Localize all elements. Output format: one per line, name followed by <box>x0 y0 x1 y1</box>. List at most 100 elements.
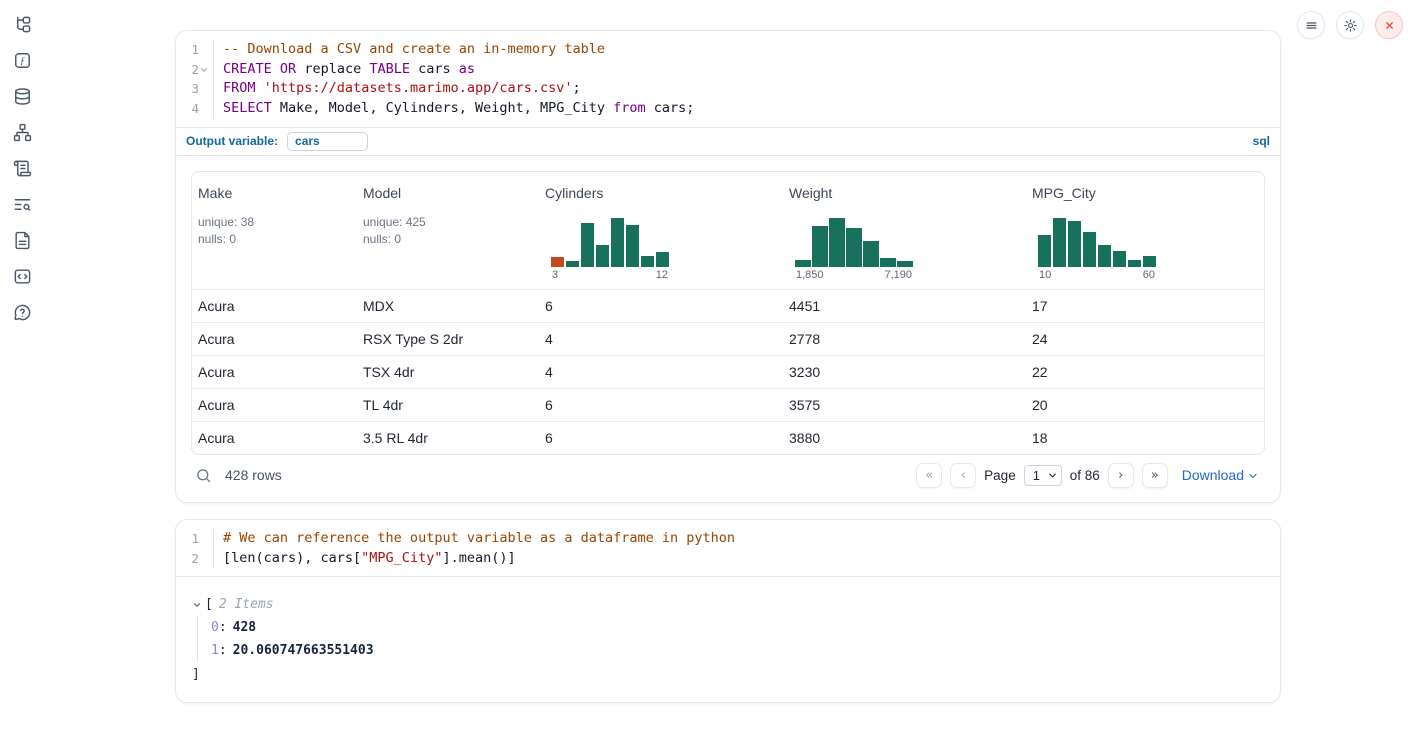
code-token: -- Download a CSV and create an in-memor… <box>223 41 605 57</box>
tree-entry-value: 428 <box>233 620 256 635</box>
histogram-bar[interactable] <box>656 252 669 267</box>
histogram-bar[interactable] <box>596 245 609 267</box>
code-token: ].mean()] <box>442 550 515 566</box>
snippets-icon[interactable] <box>11 266 33 286</box>
code-text: # We can reference the output variable a… <box>214 529 735 549</box>
next-page-button[interactable]: › <box>1108 463 1134 488</box>
tree-close-bracket: ] <box>192 665 1264 684</box>
table-row[interactable]: AcuraMDX6445117 <box>192 289 1264 322</box>
prev-page-button[interactable]: ‹ <box>950 463 976 488</box>
chevron-down-icon <box>1247 470 1259 482</box>
histogram-bar[interactable] <box>611 218 624 267</box>
code-line: 2[len(cars), cars["MPG_City"].mean()] <box>176 549 1280 569</box>
tree-entry-colon: : <box>219 620 227 635</box>
tree-open-bracket: [ <box>205 597 213 612</box>
column-header[interactable]: Weight1,8507,190 <box>783 172 1026 289</box>
histogram-bar[interactable] <box>880 258 896 267</box>
histogram-bar[interactable] <box>897 261 913 267</box>
file-explorer-icon[interactable] <box>11 14 33 34</box>
documentation-icon[interactable] <box>11 230 33 250</box>
histogram-bar[interactable] <box>626 225 639 267</box>
code-line: 3FROM 'https://datasets.marimo.app/cars.… <box>176 79 1280 99</box>
column-header[interactable]: Cylinders312 <box>539 172 783 289</box>
table-cell: 4451 <box>783 290 1026 322</box>
histogram-bar[interactable] <box>1038 235 1051 267</box>
histogram-bars <box>551 215 669 267</box>
column-header[interactable]: Makeunique: 38nulls: 0 <box>192 172 357 289</box>
table-row[interactable]: AcuraTSX 4dr4323022 <box>192 355 1264 388</box>
code-token: Make, Model, Cylinders, Weight, MPG_City <box>272 100 613 116</box>
settings-button[interactable] <box>1336 11 1364 39</box>
axis-min-label: 1,850 <box>796 269 824 281</box>
column-histogram: 1060 <box>1038 215 1156 281</box>
dependency-graph-icon[interactable] <box>11 122 33 142</box>
sql-code-editor[interactable]: 1-- Download a CSV and create an in-memo… <box>176 31 1280 127</box>
menu-button[interactable] <box>1297 11 1325 39</box>
line-number: 1 <box>191 529 199 549</box>
table-row[interactable]: Acura3.5 RL 4dr6388018 <box>192 421 1264 454</box>
column-header[interactable]: MPG_City1060 <box>1026 172 1264 289</box>
table-cell: 3880 <box>783 422 1026 454</box>
column-stats: unique: 38nulls: 0 <box>198 214 351 248</box>
fold-chevron-icon[interactable] <box>199 64 210 75</box>
histogram-bar[interactable] <box>846 228 862 267</box>
shutdown-button[interactable] <box>1375 11 1403 39</box>
code-text: -- Download a CSV and create an in-memor… <box>214 40 605 60</box>
histogram-bar[interactable] <box>1098 245 1111 267</box>
output-variable-input[interactable] <box>287 132 368 151</box>
axis-min-label: 3 <box>552 269 558 281</box>
histogram-bar[interactable] <box>1053 218 1066 267</box>
last-page-button[interactable]: » <box>1142 463 1168 488</box>
histogram-bar[interactable] <box>566 261 579 267</box>
first-page-button[interactable]: « <box>916 463 942 488</box>
code-text: SELECT Make, Model, Cylinders, Weight, M… <box>214 99 694 119</box>
histogram-axis: 312 <box>551 269 669 281</box>
total-pages: of 86 <box>1070 468 1100 483</box>
logs-icon[interactable] <box>11 194 33 214</box>
python-code-editor[interactable]: 1 # We can reference the output variable … <box>176 520 1280 576</box>
column-stats: unique: 425nulls: 0 <box>363 214 533 248</box>
table-header-row: Makeunique: 38nulls: 0 Model unique: 425nu… <box>192 172 1264 289</box>
column-header[interactable]: Model unique: 425nulls: 0 <box>357 172 539 289</box>
histogram-bar[interactable] <box>863 241 879 267</box>
search-icon[interactable] <box>195 467 212 484</box>
tree-entry[interactable]: 1:20.060747663551403 <box>211 640 1264 663</box>
table-cell: RSX Type S 2dr <box>357 323 539 355</box>
download-button[interactable]: Download <box>1182 467 1259 483</box>
stat-line: unique: 38 <box>198 214 351 231</box>
stat-line: unique: 425 <box>363 214 533 231</box>
code-line: 4SELECT Make, Model, Cylinders, Weight, … <box>176 99 1280 119</box>
histogram-bar[interactable] <box>812 226 828 267</box>
table-cell: 6 <box>539 422 783 454</box>
histogram-bars <box>795 215 913 267</box>
histogram-bar[interactable] <box>1068 221 1081 267</box>
activity-sidebar: ƒ <box>0 0 44 729</box>
scratchpad-icon[interactable] <box>11 158 33 178</box>
histogram-bar[interactable] <box>1113 251 1126 267</box>
histogram-bar[interactable] <box>641 256 654 267</box>
histogram-bar[interactable] <box>1128 260 1141 267</box>
pagination: « ‹ Page 1 of 86 › » Download <box>916 463 1259 488</box>
table-cell: 2778 <box>783 323 1026 355</box>
helper-functions-icon[interactable]: ƒ <box>11 50 33 70</box>
datasources-icon[interactable] <box>11 86 33 106</box>
table-row[interactable]: AcuraRSX Type S 2dr4277824 <box>192 322 1264 355</box>
histogram-bar[interactable] <box>1143 256 1156 267</box>
histogram-bar[interactable] <box>551 257 564 267</box>
code-token: OR <box>280 61 296 77</box>
page-select[interactable]: 1 <box>1024 465 1062 486</box>
table-row[interactable]: AcuraTL 4dr6357520 <box>192 388 1264 421</box>
tree-entry[interactable]: 0:428 <box>211 617 1264 640</box>
tree-entries: 0:4281:20.060747663551403 <box>197 617 1264 662</box>
histogram-bar[interactable] <box>581 223 594 267</box>
code-text: [len(cars), cars["MPG_City"].mean()] <box>214 549 516 569</box>
histogram-bar[interactable] <box>795 260 811 267</box>
table-cell: 3575 <box>783 389 1026 421</box>
tree-collapse-icon[interactable] <box>192 600 204 610</box>
code-token: cars <box>410 61 459 77</box>
histogram-bar[interactable] <box>1083 232 1096 267</box>
column-name: Model <box>363 185 533 201</box>
histogram-bar[interactable] <box>829 218 845 267</box>
help-icon[interactable] <box>11 302 33 322</box>
tree-entry-key: 0 <box>211 620 219 635</box>
